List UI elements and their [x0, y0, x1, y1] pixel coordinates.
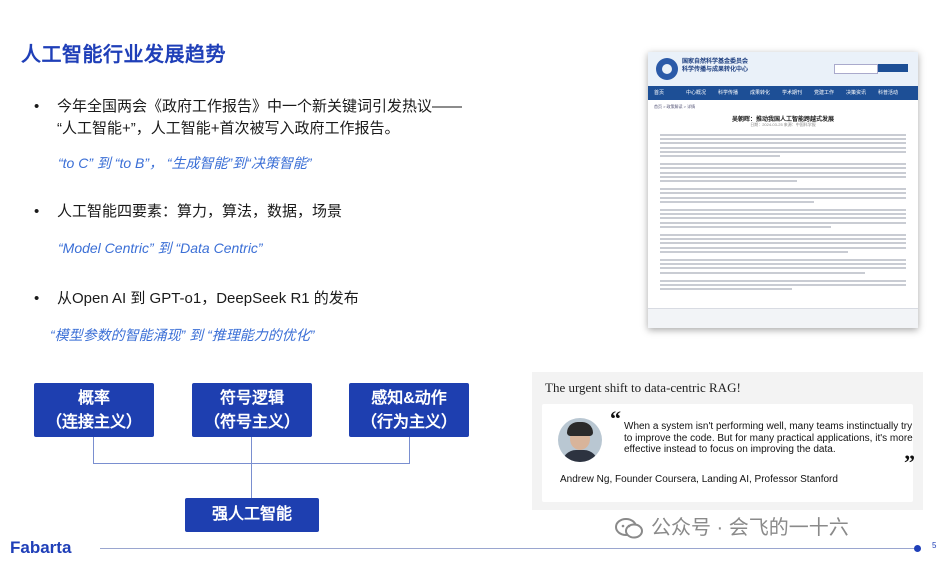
doc-text-line [660, 167, 906, 170]
quote-card: The urgent shift to data-centric RAG! “ … [532, 372, 923, 510]
doc-text-line [660, 279, 906, 282]
bullet-text: 今年全国两会《政府工作报告》中一个新关键词引发热议—— [57, 98, 463, 115]
quote-text: When a system isn't performing well, man… [624, 421, 913, 455]
page-number: 5 [932, 541, 937, 550]
connector-line [251, 463, 252, 498]
doc-org-name: 国家自然科学基金委员会 科学传播与成果转化中心 [682, 58, 748, 74]
quote-open-icon: “ [610, 406, 621, 431]
doc-text-line [660, 234, 906, 236]
doc-text-line [660, 146, 906, 149]
footer-divider [100, 548, 918, 549]
bullet-subtext: “Model Centric” 到 “Data Centric” [58, 240, 263, 256]
doc-footer [648, 308, 918, 328]
doc-header: 国家自然科学基金委员会 科学传播与成果转化中心 [648, 52, 918, 86]
org-line: 国家自然科学基金委员会 [682, 59, 749, 65]
bullet-dot: • [34, 98, 40, 115]
approach-box-probability: 概率 （连接主义） [34, 383, 154, 437]
doc-text-line [660, 263, 906, 266]
doc-nav-item[interactable]: 党建工作 [814, 89, 834, 96]
doc-nav-bar: 首页 中心概况 科学传播 成果转化 学术期刊 党建工作 决策资讯 科普活动 [648, 86, 918, 100]
avatar-body [562, 450, 598, 462]
doc-text-line [660, 213, 906, 216]
box-subtitle: （连接主义） [45, 414, 142, 431]
strong-ai-box: 强人工智能 [185, 498, 319, 532]
doc-text-line [660, 192, 906, 195]
doc-nav-item[interactable]: 科学传播 [718, 89, 738, 96]
doc-text-line [660, 225, 831, 228]
bullet-text: 从Open AI 到 GPT-o1，DeepSeek R1 的发布 [57, 290, 359, 307]
doc-text-line [660, 171, 906, 174]
doc-text-line [660, 134, 906, 136]
bullet-subtext: “模型参数的智能涌现” 到 “推理能力的优化” [50, 327, 315, 343]
logo-inner [662, 64, 672, 74]
doc-search-input[interactable] [834, 64, 878, 74]
doc-text-line [660, 155, 780, 157]
box-subtitle: （行为主义） [360, 414, 457, 431]
watermark: 公众号 · 会飞的一十六 [615, 511, 849, 540]
doc-text-line [660, 284, 906, 286]
approach-box-behavioral: 感知&动作 （行为主义） [349, 383, 469, 437]
doc-text-line [660, 271, 865, 274]
doc-nav-item[interactable]: 中心概况 [686, 89, 706, 96]
approach-box-symbolic: 符号逻辑 （符号主义） [192, 383, 312, 437]
doc-text-line [660, 250, 848, 253]
quote-card-body: “ When a system isn't performing well, m… [542, 404, 915, 502]
wechat-icon [615, 517, 643, 540]
avatar [558, 418, 602, 462]
slide-title: 人工智能行业发展趋势 [21, 44, 226, 66]
doc-text-line [660, 138, 906, 141]
doc-text-line [660, 242, 906, 245]
footer-dot-icon [914, 545, 921, 552]
watermark-text: 公众号 · 会飞的一十六 [651, 517, 849, 539]
connector-line [409, 437, 410, 463]
doc-text-line [660, 188, 906, 191]
doc-nav-item[interactable]: 科普活动 [878, 89, 898, 96]
doc-text-line [660, 217, 906, 220]
doc-text-line [660, 142, 906, 145]
doc-nav-item[interactable]: 首页 [654, 89, 664, 96]
doc-text-line [660, 196, 906, 199]
policy-document-screenshot: 国家自然科学基金委员会 科学传播与成果转化中心 首页 中心概况 科学传播 成果转… [648, 52, 918, 328]
bullet-dot: • [34, 203, 40, 220]
box-title: 概率 [77, 390, 110, 407]
bullet-subtext: “to C” 到 “to B”， “生成智能”到“决策智能” [58, 155, 312, 171]
doc-text-line [660, 267, 906, 270]
doc-text-line [660, 246, 906, 249]
bullet-dot: • [34, 290, 40, 307]
doc-text-line [660, 221, 906, 224]
quote-author: Andrew Ng, Founder Coursera, Landing AI,… [560, 474, 838, 485]
bullet-text: 人工智能四要素：算力，算法，数据，场景 [57, 203, 343, 220]
box-title: 感知&动作 [371, 390, 447, 407]
box-title: 符号逻辑 [219, 390, 284, 407]
doc-text-line [660, 180, 797, 182]
doc-text-line [660, 238, 906, 241]
connector-line [93, 437, 94, 463]
doc-text-line [660, 288, 792, 291]
doc-text-line [660, 150, 906, 153]
doc-search-button[interactable] [878, 64, 908, 72]
quote-card-heading: The urgent shift to data-centric RAG! [545, 380, 741, 395]
quote-close-icon: ” [904, 450, 915, 475]
box-subtitle: （符号主义） [203, 414, 300, 431]
org-line: 科学传播与成果转化中心 [682, 67, 749, 73]
connector-line [251, 437, 252, 463]
doc-nav-item[interactable]: 学术期刊 [782, 89, 802, 96]
bullet-text: “人工智能+”，人工智能+首次被写入政府工作报告。 [57, 120, 400, 137]
avatar-hair [567, 422, 593, 436]
doc-meta: 日期：2024-03-25 来源：中国科学报 [750, 122, 816, 127]
doc-text-line [660, 200, 814, 203]
doc-text-line [660, 163, 906, 166]
fabarta-logo: Fabarta [10, 538, 72, 557]
doc-breadcrumb: 首页 > 政策解读 > 详情 [654, 104, 696, 109]
doc-text-line [660, 259, 906, 261]
doc-text-line [660, 175, 906, 178]
doc-nav-item[interactable]: 决策资讯 [846, 89, 866, 96]
doc-text-line [660, 209, 906, 211]
doc-nav-item[interactable]: 成果转化 [750, 89, 770, 96]
